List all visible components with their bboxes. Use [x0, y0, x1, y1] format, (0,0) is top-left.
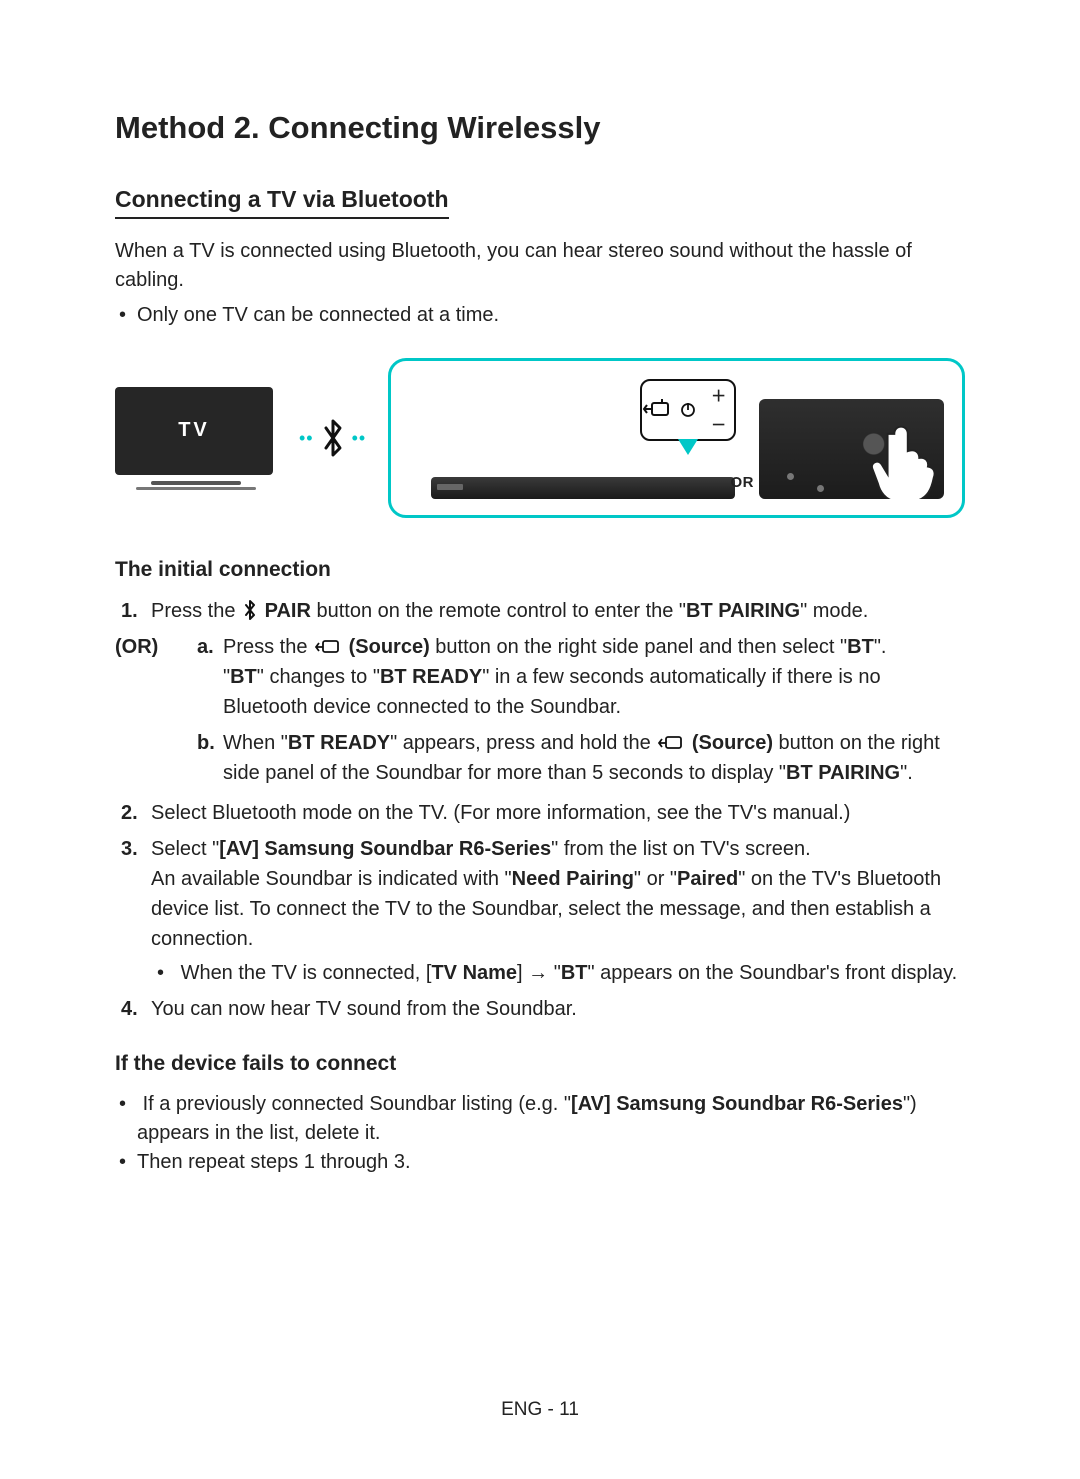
need-pairing-label: Need Pairing [512, 868, 634, 890]
tv-label: TV [178, 419, 210, 442]
bluetooth-icon [243, 600, 257, 620]
text: Press the [223, 636, 313, 658]
or-word: (OR) [115, 632, 158, 662]
bt-ready-label: BT READY [288, 732, 390, 754]
bluetooth-icon [320, 418, 346, 458]
tv-screen: TV [115, 387, 273, 475]
text: button on the right side panel and then … [430, 636, 847, 658]
or-alternative: (OR) a. Press the (Source) button on the… [115, 632, 965, 788]
section-title-bluetooth: Connecting a TV via Bluetooth [115, 186, 449, 219]
step-1: Press the PAIR button on the remote cont… [115, 596, 965, 626]
text: An available Soundbar is indicated with … [151, 868, 512, 890]
text: " from the list on TV's screen. [551, 838, 811, 860]
soundbar-illustration-box: ＋ － OR [388, 358, 965, 518]
bt-label: BT [847, 636, 874, 658]
fail-item-1: If a previously connected Soundbar listi… [137, 1090, 965, 1148]
callout-pointer-icon [678, 439, 698, 455]
pair-label: PAIR [265, 600, 311, 622]
model-label: [AV] Samsung Soundbar R6-Series [571, 1093, 903, 1115]
text: " appears on the Soundbar's front displa… [588, 962, 958, 984]
source-icon [658, 734, 684, 752]
soundbar-body [431, 477, 735, 499]
step-3-sub: When the TV is connected, [TV Name] → "B… [175, 958, 965, 988]
bluetooth-signal-icon: •• •• [299, 418, 366, 458]
steps-list: Press the PAIR button on the remote cont… [115, 596, 965, 626]
source-label: (Source) [692, 732, 773, 754]
bt-pairing-label: BT PAIRING [786, 762, 900, 784]
subheading-fail: If the device fails to connect [115, 1052, 965, 1076]
text: " changes to " [257, 666, 380, 688]
list-marker-a: a. [197, 632, 214, 662]
text: Press the [151, 600, 241, 622]
connection-diagram: TV •• •• ＋ － OR [115, 358, 965, 518]
text: ". [900, 762, 913, 784]
step-4: You can now hear TV sound from the Sound… [115, 994, 965, 1024]
text: When " [223, 732, 288, 754]
step-1b: b. When "BT READY" appears, press and ho… [197, 728, 965, 788]
paired-label: Paired [677, 868, 738, 890]
text: ] → " [517, 962, 561, 984]
touch-panel-illustration [759, 399, 944, 499]
fail-list: If a previously connected Soundbar listi… [137, 1090, 965, 1177]
tv-illustration: TV [115, 387, 277, 490]
text: " appears, press and hold the [390, 732, 656, 754]
page-title: Method 2. Connecting Wirelessly [115, 110, 965, 146]
bt-pairing-label: BT PAIRING [686, 600, 800, 622]
step-3: Select "[AV] Samsung Soundbar R6-Series"… [115, 834, 965, 988]
or-label: OR [731, 474, 755, 491]
signal-dots-left: •• [299, 428, 314, 449]
intro-text: When a TV is connected using Bluetooth, … [115, 237, 965, 295]
text: When the TV is connected, [ [181, 962, 432, 984]
signal-dots-right: •• [352, 428, 367, 449]
fail-item-2: Then repeat steps 1 through 3. [137, 1148, 965, 1177]
list-marker-b: b. [197, 728, 215, 758]
tv-name-label: TV Name [431, 962, 517, 984]
bt-ready-label: BT READY [380, 666, 482, 688]
intro-bullet: Only one TV can be connected at a time. [137, 301, 965, 330]
control-panel-callout: ＋ － [640, 379, 736, 441]
text: " or " [634, 868, 677, 890]
text: ". [874, 636, 887, 658]
source-label: (Source) [349, 636, 430, 658]
source-icon [315, 638, 341, 656]
text: Select " [151, 838, 219, 860]
step-2: Select Bluetooth mode on the TV. (For mo… [115, 798, 965, 828]
text: If a previously connected Soundbar listi… [143, 1093, 571, 1115]
steps-list-cont: Select Bluetooth mode on the TV. (For mo… [115, 798, 965, 1024]
bt-label: BT [561, 962, 588, 984]
model-label: [AV] Samsung Soundbar R6-Series [219, 838, 551, 860]
text: " mode. [800, 600, 868, 622]
step-1a: a. Press the (Source) button on the righ… [197, 632, 965, 722]
bt-label: BT [230, 666, 257, 688]
hand-icon [854, 407, 944, 499]
subheading-initial: The initial connection [115, 558, 965, 582]
text: button on the remote control to enter th… [311, 600, 686, 622]
page-footer: ENG - 11 [0, 1399, 1080, 1421]
